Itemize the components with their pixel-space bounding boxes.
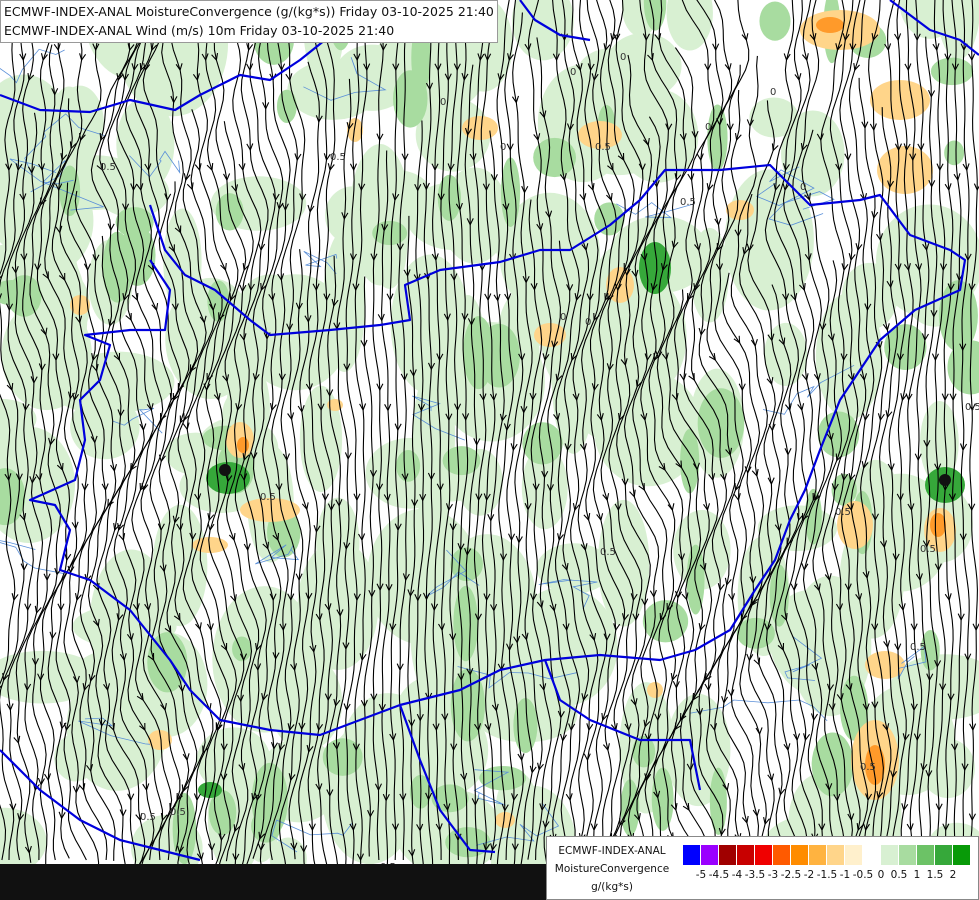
color-legend: ECMWF-INDEX-ANAL MoistureConvergence g/(… [546,836,979,900]
legend-unit: g/(kg*s) [591,881,633,893]
legend-tick: -4.5 [708,869,730,881]
legend-swatch [809,845,827,865]
contour-label: 0 [770,87,776,98]
legend-tick: 1 [913,869,921,881]
divergence-peak [930,513,946,537]
contour-label: 0.5 [140,812,156,823]
convergence-area [686,544,705,615]
contour-label: 0 [570,67,576,78]
legend-swatch [701,845,719,865]
divergence-area [647,682,663,698]
contour-label: 0 [705,122,711,133]
legend-tick: -3 [767,869,779,881]
legend-tick: -3.5 [744,869,766,881]
title-line-1: ECMWF-INDEX-ANAL MoistureConvergence (g/… [4,4,494,19]
legend-ticks: -5 -4.5 -4 -3.5 -3 -2.5 -2 -1.5 -1 -0.5 0 0.5 1 1.5 2 [683,869,979,883]
contour-label: 0 [800,182,806,193]
legend-source: ECMWF-INDEX-ANAL [558,845,666,857]
convergence-point [219,464,231,476]
contour-label: 0 [585,317,591,328]
convergence-area [453,585,479,662]
contour-label: 0.5 [910,642,926,653]
contour-label: 0.5 [595,142,611,153]
legend-tick: -1.5 [816,869,838,881]
convergence-area [287,60,379,120]
legend-variable: MoistureConvergence [554,863,670,875]
convergence-area [396,450,421,482]
legend-tick: -2 [803,869,815,881]
contour-label: 0.5 [330,152,346,163]
legend-swatch [827,845,845,865]
contour-label: 0.5 [965,402,979,413]
divergence-area [347,118,363,142]
legend-swatch [953,845,971,865]
weather-map: 0 0 0 0 0 0 0 0 0 0.5 0.5 0.5 0.5 0.5 0.5 0.5 0.5 0.5 0.5 0… [0,0,979,900]
contour-label: 0 [620,52,626,63]
convergence-area [463,316,495,390]
divergence-peak [816,17,844,33]
legend-tick: 1.5 [926,869,944,881]
contour-label: 0 [440,97,446,108]
legend-swatches [683,845,971,865]
convergence-area [709,767,727,835]
legend-swatch [737,845,755,865]
contour-label: 0.5 [600,547,616,558]
contour-label: 0.5 [100,162,116,173]
contour-label: 0.5 [680,197,696,208]
convergence-area [811,732,854,797]
convergence-area [759,1,791,41]
convergence-point [939,474,951,486]
legend-swatch [845,845,863,865]
legend-tick: -5 [695,869,707,881]
legend-swatch [719,845,737,865]
contour-label: 0.5 [920,544,936,555]
legend-swatch [755,845,773,865]
convergence-area [276,89,297,123]
legend-tick: -0.5 [852,869,874,881]
legend-swatch [881,845,899,865]
legend-tick: 0 [877,869,885,881]
legend-swatch [899,845,917,865]
divergence-peak [237,437,249,453]
convergence-area [680,428,700,494]
legend-tick: -4 [731,869,743,881]
legend-swatch [863,845,881,865]
contour-label: 0.5 [835,507,851,518]
contour-label: 0.5 [260,492,276,503]
contour-label: 0.5 [860,762,876,773]
legend-swatch [683,845,701,865]
title-line-2: ECMWF-INDEX-ANAL Wind (m/s) 10m Friday 0… [4,23,395,38]
convergence-area [764,322,808,386]
convergence-area [642,600,689,643]
convergence-area [651,767,674,831]
legend-swatch [935,845,953,865]
convergence-area [59,165,81,217]
legend-tick: 2 [949,869,957,881]
legend-tick: -2.5 [780,869,802,881]
convergence-area [944,140,965,166]
legend-swatch [917,845,935,865]
convergence-area [115,207,154,238]
contour-label: 0 [560,312,566,323]
convergence-area [232,636,252,662]
legend-swatch [791,845,809,865]
convergence-area [564,76,674,176]
contour-label: 0 [500,142,506,153]
legend-swatch [773,845,791,865]
legend-tick: 0.5 [890,869,908,881]
contour-label: 0.5 [170,807,186,818]
map-title: ECMWF-INDEX-ANAL MoistureConvergence (g/… [0,0,498,43]
legend-tick: -1 [839,869,851,881]
convergence-area [930,57,974,86]
